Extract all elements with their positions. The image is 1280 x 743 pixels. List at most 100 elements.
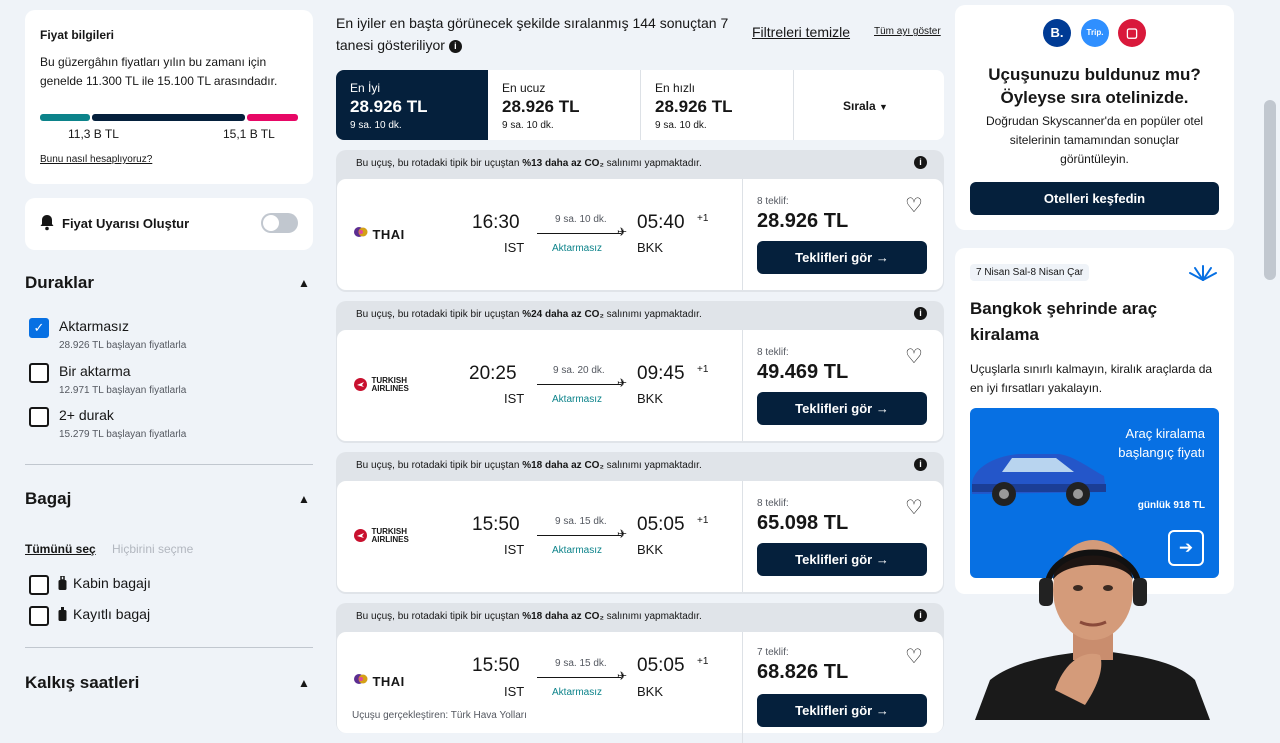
price-alert-card: Fiyat Uyarısı Oluştur [25,198,313,250]
sort-tab-cheapest[interactable]: En ucuz 28.926 TL 9 sa. 10 dk. [488,70,640,140]
day-offset: +1 [697,213,709,224]
arrival-airport: BKK [637,542,664,557]
chevron-up-icon[interactable]: ▲ [298,492,310,506]
price-alert-toggle[interactable] [261,213,298,233]
chevron-up-icon[interactable]: ▲ [298,676,310,690]
route-line [537,677,621,678]
trip-logo-icon: Trip. [1081,19,1109,47]
chevron-up-icon[interactable]: ▲ [298,276,310,290]
sort-tab-label: En İyi [350,81,381,95]
heart-icon[interactable]: ♡ [905,344,923,369]
hotel-ad-description: Doğrudan Skyscanner'da en popüler otel s… [985,114,1204,166]
view-deals-button[interactable]: Teklifleri gör → [757,241,927,274]
explore-hotels-button[interactable]: Otelleri keşfedin [970,182,1219,215]
show-whole-month-link[interactable]: Tüm ayı göster [874,26,941,37]
stops-option-sub: 12.971 TL başlayan fiyatlarla [59,385,187,396]
price-high-label: 15,1 B TL [223,127,275,141]
stops-label: Aktarmasız [552,243,603,254]
page-scrollbar[interactable] [1264,100,1276,280]
departure-airport: IST [504,542,525,557]
plane-icon: ✈ [617,225,628,239]
flight-card: Bu uçuş, bu rotadaki tipik bir uçuştan %… [336,603,944,743]
cabin-bag-icon [58,575,67,596]
arrival-time: 05:05 [637,514,685,535]
turkish-airlines-logo-icon [354,378,367,392]
arrival-time: 05:40 [637,212,685,233]
hotel-ad-title: Uçuşunuzu buldunuz mu? Öyleyse sıra otel… [988,65,1201,107]
sun-logo-icon [1187,262,1219,287]
arrival-time: 09:45 [637,363,685,384]
departure-time: 20:25 [469,363,517,384]
checkbox-one-stop[interactable] [29,363,49,383]
car-image [970,428,1114,523]
select-none-link[interactable]: Hiçbirini seçme [112,542,193,556]
sort-dropdown[interactable]: Sırala ▼ [843,99,888,113]
sort-tab-fastest[interactable]: En hızlı 28.926 TL 9 sa. 10 dk. [641,70,793,140]
sort-tab-duration: 9 sa. 10 dk. [350,120,402,131]
checkbox-checked-bag[interactable] [29,606,49,626]
airline-name: THAI [372,227,405,242]
stops-label: Aktarmasız [552,545,603,556]
baggage-heading[interactable]: Bagaj [25,489,71,509]
divider [793,70,794,140]
stops-label: Aktarmasız [552,394,603,405]
stops-label: Aktarmasız [552,687,603,698]
select-all-link[interactable]: Tümünü seç [25,542,96,556]
offers-count: 8 teklif: [757,347,789,358]
clear-filters-link[interactable]: Filtreleri temizle [752,24,850,40]
day-offset: +1 [697,656,709,667]
arrival-airport: BKK [637,684,664,699]
view-deals-button[interactable]: Teklifleri gör → [757,543,927,576]
stops-heading[interactable]: Duraklar [25,273,94,293]
webcam-overlay [955,520,1234,720]
car-rental-dates: 7 Nisan Sal-8 Nisan Çar [970,264,1090,281]
flight-price: 65.098 TL [757,512,849,534]
checkbox-nonstop[interactable]: ✓ [29,318,49,338]
toggle-knob [263,215,279,231]
presenter-video [975,540,1210,720]
info-icon[interactable]: i [914,458,927,471]
heart-icon[interactable]: ♡ [905,495,923,520]
day-offset: +1 [697,364,709,375]
hotels-logo-icon: ▢ [1118,19,1146,47]
flight-card: Bu uçuş, bu rotadaki tipik bir uçuştan %… [336,150,944,292]
info-icon[interactable]: i [914,609,927,622]
car-promo-price: günlük 918 TL [1137,500,1205,511]
car-rental-description: Uçuşlarla sınırlı kalmayın, kiralık araç… [970,362,1213,395]
price-alert-label: Fiyat Uyarısı Oluştur [62,216,190,231]
checkbox-two-plus-stops[interactable] [29,407,49,427]
sort-tab-best[interactable]: En İyi 28.926 TL 9 sa. 10 dk. [336,70,488,140]
checkbox-cabin-bag[interactable] [29,575,49,595]
sort-tab-price: 28.926 TL [350,97,428,116]
co2-notice: Bu uçuş, bu rotadaki tipik bir uçuştan %… [356,309,702,320]
price-info-card: Fiyat bilgileri Bu güzergâhın fiyatları … [25,10,313,184]
info-icon[interactable]: i [914,156,927,169]
heart-icon[interactable]: ♡ [905,193,923,218]
info-icon[interactable]: i [448,40,462,53]
view-deals-button[interactable]: Teklifleri gör → [757,392,927,425]
arrival-airport: BKK [637,240,664,255]
flight-card-body[interactable]: TURKISH AIRLINES 15:50 IST 9 sa. 15 dk. … [337,481,943,592]
view-deals-button[interactable]: Teklifleri gör → [757,694,927,727]
stops-option-sub: 15.279 TL başlayan fiyatlarla [59,429,187,440]
flight-duration: 9 sa. 20 dk. [553,365,605,376]
caret-down-icon: ▼ [879,102,888,112]
price-bar-low [40,114,90,121]
airline-name: THAI [372,674,405,689]
car-rental-title: Bangkok şehrinde araç kiralama [970,299,1158,344]
departure-heading[interactable]: Kalkış saatleri [25,673,139,693]
arrival-airport: BKK [637,391,664,406]
departure-airport: IST [504,240,525,255]
heart-icon[interactable]: ♡ [905,644,923,669]
route-line [537,535,621,536]
airline-name: TURKISH AIRLINES [371,526,409,544]
flight-card-body[interactable]: TURKISH AIRLINES 20:25 IST 9 sa. 20 dk. … [337,330,943,441]
flight-duration: 9 sa. 15 dk. [555,658,607,669]
thai-logo-icon [354,674,368,684]
flight-card-body[interactable]: THAI 16:30 IST 9 sa. 10 dk. ✈ Aktarmasız… [337,179,943,290]
sort-tab-label: En ucuz [502,81,546,95]
info-icon[interactable]: i [914,307,927,320]
flight-card-body[interactable]: THAI 15:50 IST 9 sa. 15 dk. ✈ Aktarmasız… [337,632,943,743]
how-calculated-link[interactable]: Bunu nasıl hesaplıyoruz? [40,154,152,165]
price-info-description: Bu güzergâhın fiyatları yılın bu zamanı … [40,55,278,88]
